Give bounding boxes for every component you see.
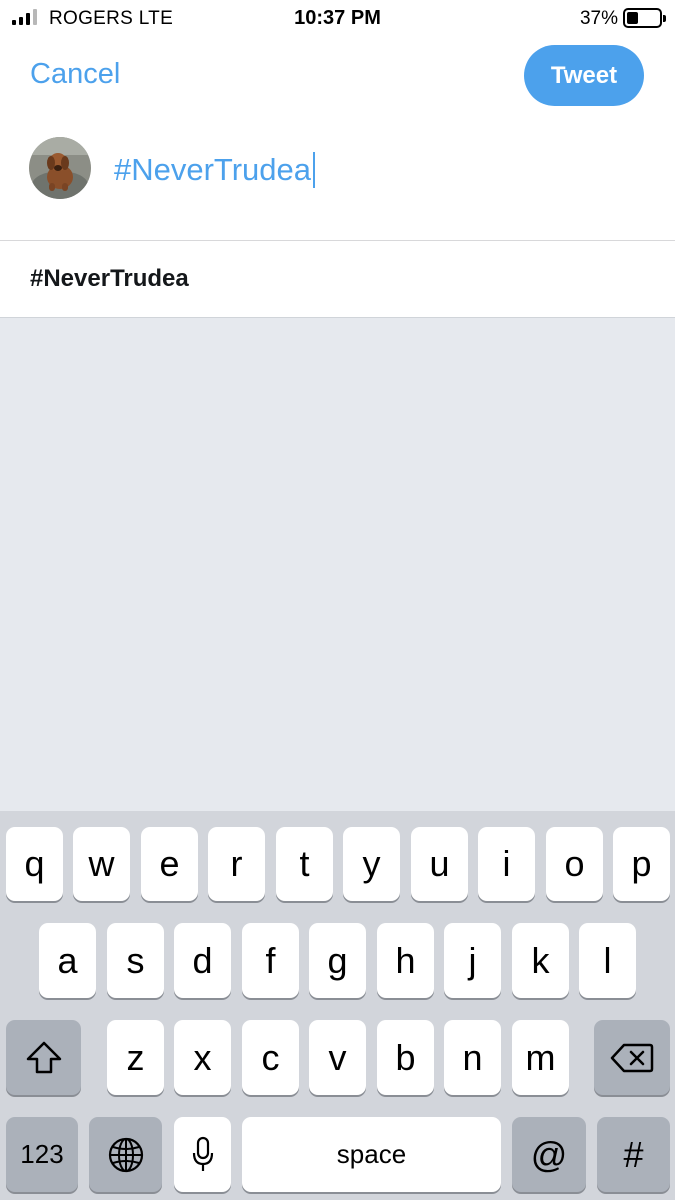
key-s[interactable]: s [107,923,164,998]
key-y[interactable]: y [343,827,400,901]
key-h[interactable]: h [377,923,434,998]
avatar[interactable] [29,137,91,199]
text-caret [313,152,316,188]
hashtag-suggestion-label: #NeverTrudea [30,265,189,292]
key-o[interactable]: o [546,827,603,901]
key-c[interactable]: c [242,1020,299,1095]
space-key[interactable]: space [242,1117,501,1192]
microphone-icon [192,1136,213,1171]
key-x[interactable]: x [174,1020,231,1095]
key-e[interactable]: e [141,827,198,901]
keyboard: q w e r t y u i o p a s d f g h j k l z … [0,811,675,1200]
key-f[interactable]: f [242,923,299,998]
dictation-key[interactable] [174,1117,231,1192]
key-a[interactable]: a [39,923,96,998]
backspace-icon [610,1043,654,1072]
status-bar: ROGERS LTE 10:37 PM 37% [0,0,675,38]
hash-key[interactable]: # [597,1117,670,1192]
key-p[interactable]: p [613,827,670,901]
hashtag-suggestion[interactable]: #NeverTrudea [0,241,675,317]
key-j[interactable]: j [444,923,501,998]
key-k[interactable]: k [512,923,569,998]
cancel-button[interactable]: Cancel [30,58,120,91]
numbers-key[interactable]: 123 [6,1117,78,1192]
key-l[interactable]: l [579,923,636,998]
delete-key[interactable] [594,1020,670,1095]
compose-input[interactable]: #NeverTrudea [114,152,316,188]
key-m[interactable]: m [512,1020,569,1095]
compose-text: #NeverTrudea [114,152,312,187]
key-t[interactable]: t [276,827,333,901]
key-v[interactable]: v [309,1020,366,1095]
globe-icon [108,1137,143,1172]
key-g[interactable]: g [309,923,366,998]
key-d[interactable]: d [174,923,231,998]
key-w[interactable]: w [73,827,130,901]
key-i[interactable]: i [478,827,535,901]
at-key[interactable]: @ [512,1117,586,1192]
status-time: 10:37 PM [294,7,381,29]
dog-avatar-icon [29,137,91,199]
key-b[interactable]: b [377,1020,434,1095]
key-u[interactable]: u [411,827,468,901]
key-q[interactable]: q [6,827,63,901]
shift-key[interactable] [6,1020,81,1095]
shift-icon [26,1041,61,1073]
battery-percentage: 37% [579,8,618,29]
tweet-button[interactable]: Tweet [524,45,644,106]
key-z[interactable]: z [107,1020,164,1095]
key-r[interactable]: r [208,827,265,901]
battery-icon [623,8,666,28]
globe-key[interactable] [89,1117,162,1192]
key-n[interactable]: n [444,1020,501,1095]
suggestion-list-area [0,318,675,811]
